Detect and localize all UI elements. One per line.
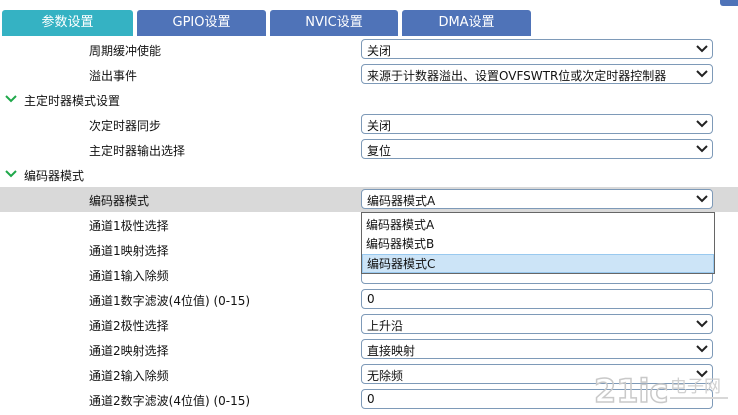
svg-text:电子网: 电子网 bbox=[670, 377, 721, 397]
select-encoder-mode[interactable]: 编码器模式A bbox=[361, 189, 713, 209]
row-ch2-mapping: 通道2映射选择 直接映射 bbox=[0, 337, 738, 362]
tab-gpio[interactable]: GPIO设置 bbox=[137, 10, 266, 36]
input-value: 0 bbox=[367, 392, 375, 406]
label-overflow-event: 溢出事件 bbox=[89, 69, 138, 83]
label-ch2-polarity: 通道2极性选择 bbox=[89, 319, 169, 333]
section-encoder[interactable]: 编码器模式 bbox=[0, 162, 738, 187]
tab-dma[interactable]: DMA设置 bbox=[402, 10, 531, 36]
row-slave-sync: 次定时器同步 关闭 bbox=[0, 112, 738, 137]
section-master-timer[interactable]: 主定时器模式设置 bbox=[0, 87, 738, 112]
chevron-down-icon bbox=[696, 195, 708, 203]
dropdown-option-hovered[interactable]: 编码器模式C bbox=[362, 254, 714, 273]
select-ch2-polarity[interactable]: 上升沿 bbox=[361, 314, 713, 334]
chevron-down-icon bbox=[696, 45, 708, 53]
select-overflow-event[interactable]: 来源于计数器溢出、设置OVFSWTR位或次定时器控制器 bbox=[361, 64, 713, 84]
section-title: 编码器模式 bbox=[24, 169, 85, 183]
select-value: 复位 bbox=[367, 144, 392, 158]
select-value: 关闭 bbox=[367, 119, 392, 133]
tab-parameters[interactable]: 参数设置 bbox=[2, 10, 133, 36]
label-ch2-mapping: 通道2映射选择 bbox=[89, 344, 169, 358]
row-period-buffer: 周期缓冲使能 关闭 bbox=[0, 37, 738, 62]
dropdown-option[interactable]: 编码器模式A bbox=[362, 216, 714, 235]
select-value: 来源于计数器溢出、设置OVFSWTR位或次定时器控制器 bbox=[367, 69, 667, 83]
chevron-down-icon bbox=[696, 320, 708, 328]
label-ch2-filter: 通道2数字滤波(4位值) (0-15) bbox=[89, 394, 251, 408]
svg-text:21ic: 21ic bbox=[594, 372, 668, 410]
select-master-output[interactable]: 复位 bbox=[361, 139, 713, 159]
select-value: 上升沿 bbox=[367, 319, 404, 333]
label-ch1-mapping: 通道1映射选择 bbox=[89, 244, 169, 258]
dropdown-option[interactable]: 编码器模式B bbox=[362, 235, 714, 254]
section-expand-chevron-icon bbox=[5, 170, 17, 178]
chevron-down-icon bbox=[696, 345, 708, 353]
row-ch2-polarity: 通道2极性选择 上升沿 bbox=[0, 312, 738, 337]
section-expand-chevron-icon bbox=[5, 95, 17, 103]
corner-button[interactable] bbox=[720, 0, 738, 6]
encoder-mode-dropdown-list: 编码器模式A 编码器模式B 编码器模式C bbox=[361, 212, 715, 274]
select-slave-sync[interactable]: 关闭 bbox=[361, 114, 713, 134]
select-ch2-mapping[interactable]: 直接映射 bbox=[361, 339, 713, 359]
watermark-logo: 21ic 电子网 bbox=[592, 368, 732, 410]
label-ch2-prescaler: 通道2输入除频 bbox=[89, 369, 169, 383]
row-encoder-mode: 编码器模式 编码器模式A bbox=[0, 187, 738, 212]
label-master-output: 主定时器输出选择 bbox=[89, 144, 186, 158]
row-overflow-event: 溢出事件 来源于计数器溢出、设置OVFSWTR位或次定时器控制器 bbox=[0, 62, 738, 87]
tab-bar: 参数设置 GPIO设置 NVIC设置 DMA设置 bbox=[0, 0, 738, 38]
chevron-down-icon bbox=[696, 145, 708, 153]
chevron-down-icon bbox=[696, 70, 708, 78]
select-value: 编码器模式A bbox=[367, 194, 436, 208]
label-ch1-prescaler: 通道1输入除频 bbox=[89, 269, 169, 283]
section-title: 主定时器模式设置 bbox=[24, 94, 121, 108]
label-period-buffer: 周期缓冲使能 bbox=[89, 44, 162, 58]
label-slave-sync: 次定时器同步 bbox=[89, 119, 162, 133]
select-period-buffer[interactable]: 关闭 bbox=[361, 39, 713, 59]
row-master-output: 主定时器输出选择 复位 bbox=[0, 137, 738, 162]
tab-nvic[interactable]: NVIC设置 bbox=[270, 10, 398, 36]
select-value: 无除频 bbox=[367, 369, 404, 383]
row-ch1-filter: 通道1数字滤波(4位值) (0-15) 0 bbox=[0, 287, 738, 312]
label-ch1-polarity: 通道1极性选择 bbox=[89, 219, 169, 233]
chevron-down-icon bbox=[696, 120, 708, 128]
input-value: 0 bbox=[367, 292, 375, 306]
select-value: 关闭 bbox=[367, 44, 392, 58]
input-ch1-filter[interactable]: 0 bbox=[361, 289, 713, 309]
label-ch1-filter: 通道1数字滤波(4位值) (0-15) bbox=[89, 294, 251, 308]
label-encoder-mode: 编码器模式 bbox=[89, 194, 150, 208]
select-value: 直接映射 bbox=[367, 344, 416, 358]
